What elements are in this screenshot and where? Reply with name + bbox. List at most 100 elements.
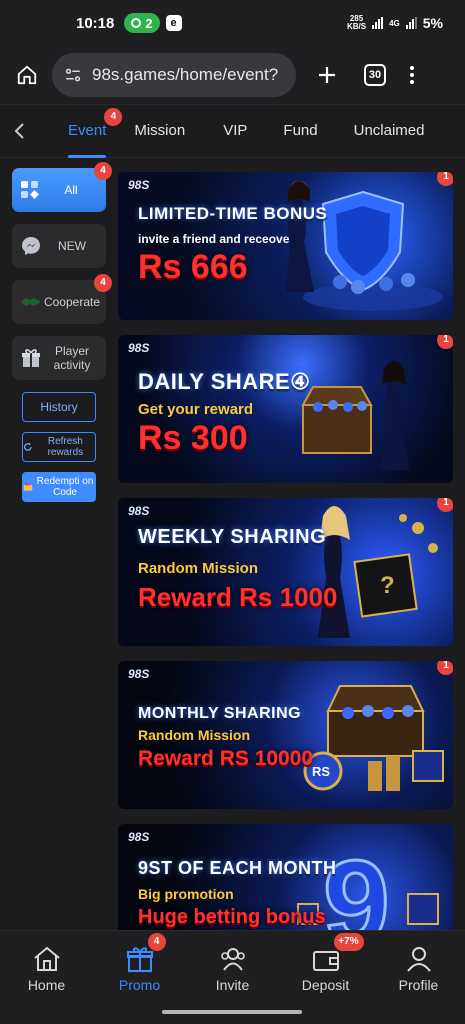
- banner-logo: 98S: [128, 504, 150, 518]
- tab-mission[interactable]: Mission: [134, 104, 185, 158]
- browser-menu-button[interactable]: [410, 66, 414, 84]
- sidebar-all-badge: 4: [94, 162, 112, 180]
- battery-level: 5%: [422, 15, 443, 31]
- hotspot-count: 2: [145, 15, 153, 31]
- banner-art-shield: [286, 181, 443, 311]
- clock: 10:18: [76, 14, 115, 32]
- sidebar-item-new[interactable]: NEW: [12, 224, 106, 268]
- network-speed: 285 KB/S: [347, 15, 366, 31]
- chevron-left-icon: [14, 123, 24, 139]
- sidebar-item-player-activity[interactable]: Player activity: [12, 336, 106, 380]
- nav-deposit[interactable]: Deposit +7%: [279, 931, 372, 1001]
- nav-invite-label: Invite: [215, 977, 250, 993]
- banner-subtitle: Big promotion: [138, 886, 234, 902]
- banner-title: DAILY SHARE④: [138, 369, 311, 394]
- home-icon: [17, 65, 37, 85]
- browser-toolbar: 98s.games/home/event? 30: [0, 46, 465, 104]
- banner-amount: Huge betting bonus: [138, 906, 326, 928]
- tab-event[interactable]: Event 4: [68, 104, 123, 158]
- banner-badge: 1: [437, 335, 453, 349]
- gesture-bar[interactable]: [162, 1010, 302, 1014]
- home-icon: [33, 946, 60, 971]
- banner-badge: 1: [437, 661, 453, 675]
- url-bar[interactable]: 98s.games/home/event?: [52, 53, 296, 97]
- banner-amount: Reward RS 10000: [138, 747, 314, 770]
- svg-text:?: ?: [380, 572, 395, 599]
- banner-subtitle: invite a friend and receove: [138, 232, 290, 246]
- coupon-icon: [23, 482, 33, 491]
- nav-home-label: Home: [27, 977, 66, 993]
- lte-label: 4G: [389, 18, 400, 28]
- banner-monthly-promotion[interactable]: 9 98S 9ST OF EACH MONTH Big promotion Hu…: [118, 824, 453, 930]
- sidebar-item-new-label: NEW: [58, 239, 86, 253]
- banner-title: MONTHLY SHARING: [138, 705, 302, 722]
- wallet-icon: [312, 951, 339, 971]
- promo-banner-list: 98S LIMITED-TIME BONUS invite a friend a…: [118, 172, 453, 930]
- sidebar-item-all-label: All: [64, 183, 78, 197]
- banner-title: LIMITED-TIME BONUS: [138, 204, 328, 223]
- refresh-icon: [24, 442, 32, 451]
- gift-icon: [22, 349, 40, 367]
- nav-deposit-label: Deposit: [301, 977, 350, 993]
- tab-event-badge: 4: [104, 108, 123, 126]
- banner-logo: 98S: [128, 341, 150, 355]
- banner-badge: 1: [437, 498, 453, 512]
- redemption-code-label: Redempti on Code: [36, 476, 94, 498]
- site-settings-icon[interactable]: [64, 66, 82, 84]
- nav-home[interactable]: Home: [0, 931, 93, 1001]
- banner-title: 9ST OF EACH MONTH: [138, 858, 337, 878]
- signal-icon: [372, 17, 384, 29]
- banner-amount: Rs 300: [138, 419, 248, 457]
- sidebar-item-cooperate-label: Cooperate: [43, 295, 101, 309]
- gift-icon: [126, 947, 153, 972]
- grid-icon: [21, 181, 39, 199]
- banner-daily-share[interactable]: 98S DAILY SHARE④ Get your reward Rs 300 …: [118, 335, 453, 483]
- history-button[interactable]: History: [22, 392, 96, 422]
- signal-icon-2: [405, 17, 417, 29]
- banner-subtitle: Get your reward: [138, 401, 254, 418]
- tab-vip[interactable]: VIP: [223, 104, 247, 158]
- nav-promo-label: Promo: [118, 977, 161, 993]
- banner-logo: 98S: [128, 178, 150, 192]
- nav-promo-badge: 4: [147, 933, 166, 951]
- banner-logo: 98S: [128, 667, 150, 681]
- nav-deposit-badge: +7%: [333, 933, 364, 951]
- filter-sidebar: All 4 NEW Cooperate 4 Player activity Hi…: [12, 162, 112, 512]
- sidebar-item-cooperate[interactable]: Cooperate 4: [12, 274, 112, 324]
- banner-badge: 1: [437, 172, 453, 186]
- banner-amount: Rs 666: [138, 248, 248, 286]
- redemption-code-button[interactable]: Redempti on Code: [22, 472, 96, 502]
- banner-weekly-sharing[interactable]: ? 98S WEEKLY SHARING Random Mission Rewa…: [118, 498, 453, 646]
- bottom-navigation: Home Promo 4 Invite Deposit +7% Profile: [0, 930, 465, 1024]
- url-text[interactable]: 98s.games/home/event?: [92, 65, 278, 85]
- handshake-icon: [21, 298, 41, 306]
- banner-monthly-sharing[interactable]: RS 98S MONTHLY SHARING Random Mission Re…: [118, 661, 453, 809]
- new-tab-button[interactable]: [312, 60, 342, 90]
- banner-subtitle: Random Mission: [138, 560, 259, 577]
- svg-text:9: 9: [323, 836, 390, 930]
- sidebar-item-player-activity-label: Player activity: [53, 344, 91, 372]
- banner-limited-time-bonus[interactable]: 98S LIMITED-TIME BONUS invite a friend a…: [118, 172, 453, 320]
- people-icon: [220, 948, 245, 971]
- banner-title: WEEKLY SHARING: [138, 526, 327, 548]
- category-tabs: Event 4 Mission VIP Fund Unclaimed: [0, 104, 465, 158]
- nav-profile-label: Profile: [398, 977, 439, 993]
- banner-amount: Reward Rs 1000: [138, 582, 338, 612]
- nav-invite[interactable]: Invite: [186, 931, 279, 1001]
- tab-unclaimed[interactable]: Unclaimed: [354, 104, 425, 158]
- tab-fund[interactable]: Fund: [283, 104, 317, 158]
- plus-icon: [319, 67, 335, 83]
- sidebar-item-all[interactable]: All 4: [12, 162, 112, 212]
- refresh-rewards-button[interactable]: Refresh rewards: [22, 432, 96, 462]
- messenger-icon: [22, 237, 40, 255]
- browser-home-button[interactable]: [12, 60, 42, 90]
- tab-switcher-button[interactable]: 30: [364, 64, 386, 86]
- hotspot-icon: [131, 18, 142, 28]
- back-button[interactable]: [0, 122, 40, 140]
- nav-profile[interactable]: Profile: [372, 931, 465, 1001]
- tab-event-label: Event: [68, 122, 107, 139]
- net-speed-unit: KB/S: [346, 22, 367, 31]
- banner-logo: 98S: [128, 830, 150, 844]
- svg-text:RS: RS: [312, 764, 330, 779]
- nav-promo[interactable]: Promo 4: [93, 931, 186, 1001]
